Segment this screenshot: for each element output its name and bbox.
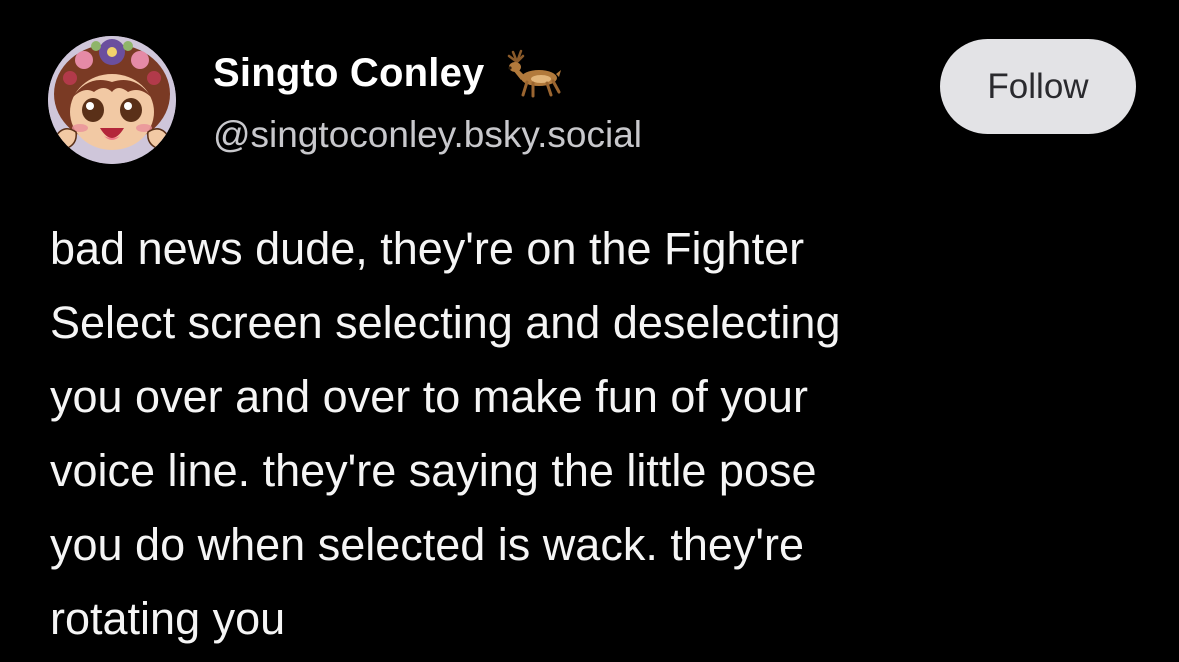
post-text-line: you over and over to make fun of your xyxy=(50,371,808,422)
post-text-line: voice line. they're saying the little po… xyxy=(50,445,817,496)
post-text-line: bad news dude, they're on the Fighter xyxy=(50,223,805,274)
avatar[interactable] xyxy=(48,36,176,164)
author-display-name[interactable]: Singto Conley xyxy=(213,51,485,96)
deer-icon xyxy=(503,48,565,98)
post-header: Singto Conley @singtoconley.bsky.social … xyxy=(48,36,1148,166)
avatar-illustration xyxy=(48,36,176,164)
post-card: Singto Conley @singtoconley.bsky.social … xyxy=(0,0,1179,662)
author-name-row: Singto Conley xyxy=(213,48,565,98)
follow-button[interactable]: Follow xyxy=(940,39,1136,134)
post-text: bad news dude, they're on the Fighter Se… xyxy=(50,212,1150,656)
post-text-line: Select screen selecting and deselecting xyxy=(50,297,841,348)
author-handle[interactable]: @singtoconley.bsky.social xyxy=(213,114,642,156)
post-text-line: rotating you xyxy=(50,593,286,644)
post-text-line: you do when selected is wack. they're xyxy=(50,519,804,570)
